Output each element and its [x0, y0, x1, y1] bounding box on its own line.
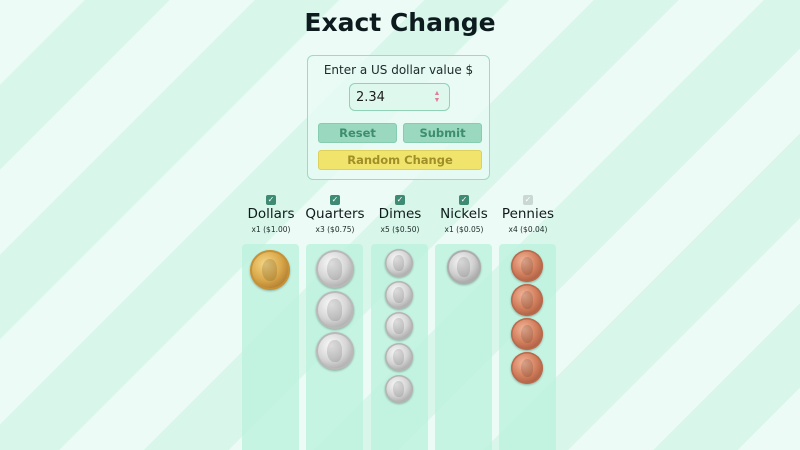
penny-coin-icon: [511, 318, 543, 350]
dollar-coin-icon: [250, 250, 290, 290]
dimes-tray: [371, 244, 428, 450]
dimes-checkbox[interactable]: ✓: [395, 195, 405, 205]
quarter-coin-icon: [316, 291, 354, 329]
nickels-tray: [435, 244, 492, 450]
nickels-checkbox[interactable]: ✓: [459, 195, 469, 205]
submit-button[interactable]: Submit: [403, 123, 482, 143]
quarters-tray: [306, 244, 363, 450]
penny-coin-icon: [511, 352, 543, 384]
pennies-checkbox[interactable]: ✓: [523, 195, 533, 205]
dollars-checkbox[interactable]: ✓: [266, 195, 276, 205]
nickel-coin-icon: [447, 250, 481, 284]
dime-coin-icon: [385, 312, 413, 340]
amount-prompt: Enter a US dollar value $: [323, 63, 474, 77]
penny-coin-icon: [511, 250, 543, 282]
random-change-button[interactable]: Random Change: [318, 150, 482, 170]
column-summary: x4 ($0.04): [508, 225, 548, 234]
number-spinner-icon[interactable]: ▲ ▼: [433, 90, 441, 104]
penny-coin-icon: [511, 284, 543, 316]
reset-button[interactable]: Reset: [318, 123, 397, 143]
dime-coin-icon: [385, 281, 413, 309]
change-form: Enter a US dollar value $ ▲▼ Reset Submi…: [307, 55, 490, 180]
dime-coin-icon: [385, 375, 413, 403]
pennies-tray: [499, 244, 556, 450]
page-title: Exact Change: [304, 8, 496, 37]
dime-coin-icon: [385, 249, 413, 277]
quarter-coin-icon: [316, 250, 354, 288]
dime-coin-icon: [385, 343, 413, 371]
amount-input[interactable]: [356, 88, 434, 106]
column-name: Pennies: [501, 206, 555, 222]
quarter-coin-icon: [316, 332, 354, 370]
quarters-checkbox[interactable]: ✓: [330, 195, 340, 205]
amount-field[interactable]: ▲▼: [349, 83, 450, 111]
dollars-tray: [242, 244, 299, 450]
